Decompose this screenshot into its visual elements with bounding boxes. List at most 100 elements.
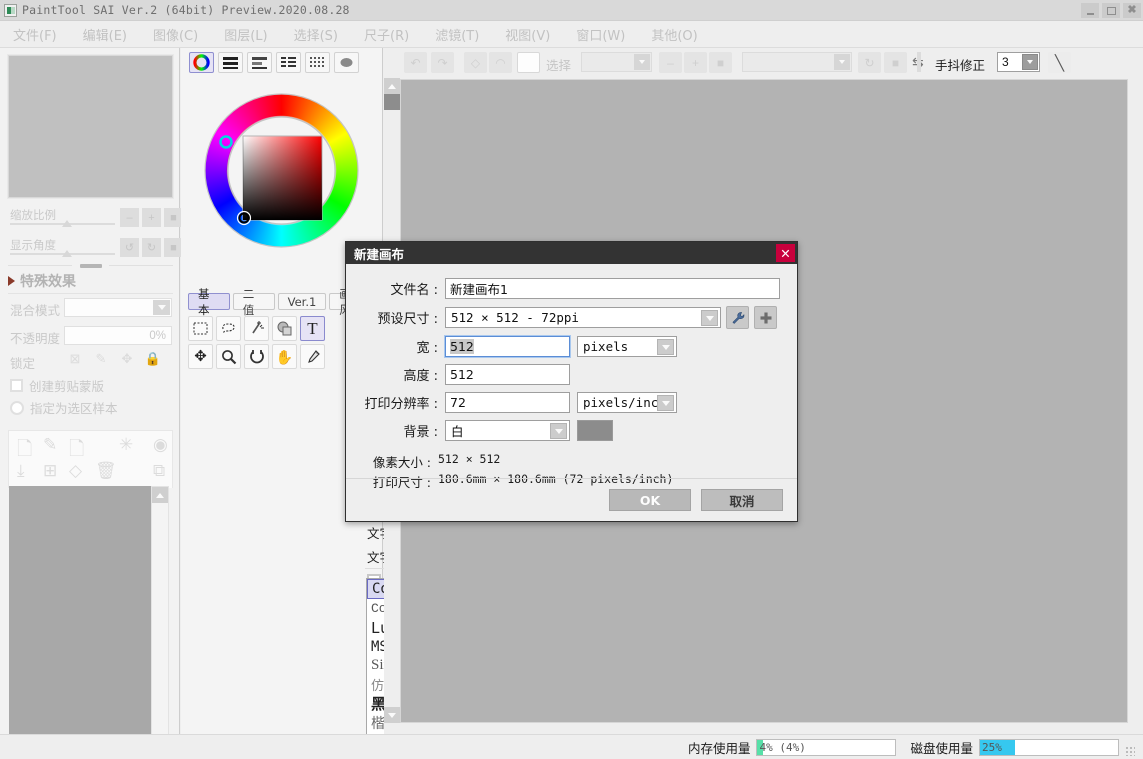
tab-ver1[interactable]: Ver.1 — [277, 293, 327, 310]
canvas-scroll-up-button[interactable] — [384, 78, 400, 94]
zoom-slider-knob[interactable] — [62, 220, 72, 227]
navigator-thumbnail[interactable] — [7, 54, 174, 199]
width-input[interactable]: 512 — [444, 335, 571, 358]
clear-layer-icon[interactable]: ◇ — [69, 461, 95, 485]
rgb-slider-mode-button[interactable] — [218, 52, 243, 73]
opacity-field[interactable]: 0% — [64, 326, 172, 345]
rotate-tool[interactable] — [244, 344, 269, 369]
new-layer-icon[interactable]: 🗋 — [17, 435, 43, 460]
preset-edit-button[interactable] — [726, 306, 749, 329]
menu-ruler[interactable]: 尺子(R) — [351, 22, 422, 47]
lock-all-icon[interactable]: 🔒 — [144, 351, 162, 369]
delete-layer-icon[interactable]: 🗑 — [95, 461, 121, 485]
layer-list[interactable] — [9, 486, 157, 759]
close-button[interactable]: ✖ — [1123, 3, 1141, 18]
line-tool-button[interactable]: ╲ — [1048, 52, 1071, 73]
chevron-down-icon[interactable] — [657, 339, 674, 355]
zoom-tool[interactable] — [216, 344, 241, 369]
menu-window[interactable]: 窗口(W) — [563, 22, 638, 47]
tab-basic[interactable]: 基本 — [188, 287, 230, 317]
eyedropper-tool[interactable] — [300, 344, 325, 369]
ruler-icon[interactable]: ✳ — [119, 435, 145, 459]
menu-other[interactable]: 其他(O) — [638, 22, 710, 47]
redo-button[interactable]: ↷ — [431, 52, 454, 73]
stabilizer-input[interactable]: 3 — [997, 52, 1040, 72]
mask-icon[interactable]: ◉ — [153, 435, 179, 459]
preset-add-button[interactable] — [754, 306, 777, 329]
clipping-mask-checkbox[interactable] — [10, 379, 23, 392]
chevron-down-icon[interactable] — [834, 54, 850, 70]
new-lineart-layer-icon[interactable]: ✎ — [43, 435, 69, 459]
preset-select[interactable]: 512 × 512 - 72ppi — [445, 307, 721, 328]
menu-image[interactable]: 图像(C) — [140, 22, 211, 47]
menu-filter[interactable]: 滤镜(T) — [422, 22, 492, 47]
filename-input[interactable]: 新建画布1 — [445, 278, 780, 299]
selection-source-row[interactable]: 指定为选区样本 — [10, 398, 118, 417]
dpi-input[interactable]: 72 — [445, 392, 570, 413]
canvas-reset-button[interactable]: ↻ — [858, 52, 881, 73]
selection-color-button[interactable] — [517, 52, 540, 73]
canvas-scroll-down-button[interactable] — [384, 707, 400, 723]
chevron-down-icon[interactable] — [701, 310, 718, 326]
background-select[interactable]: 白 — [445, 420, 570, 441]
selection-source-radio[interactable] — [10, 400, 24, 415]
add-mask-icon[interactable]: ⧉ — [153, 461, 179, 485]
color-wheel[interactable] — [189, 78, 374, 263]
menu-edit[interactable]: 编辑(E) — [70, 22, 140, 47]
lock-alpha-icon[interactable]: ⊠ — [66, 351, 84, 369]
height-input[interactable]: 512 — [445, 364, 570, 385]
menu-view[interactable]: 视图(V) — [492, 22, 563, 47]
menu-file[interactable]: 文件(F) — [0, 22, 70, 47]
hsv-slider-mode-button[interactable] — [247, 52, 272, 73]
resize-grip-icon[interactable] — [1125, 746, 1135, 756]
chevron-down-icon[interactable] — [550, 423, 567, 439]
canvas-stop-button[interactable]: ■ — [884, 52, 907, 73]
chevron-down-icon[interactable] — [634, 54, 650, 70]
menu-layer[interactable]: 图层(L) — [211, 22, 280, 47]
select-stop-button[interactable]: ■ — [709, 52, 732, 73]
new-folder-icon[interactable]: 🗋 — [69, 435, 95, 460]
chevron-down-icon[interactable] — [153, 300, 170, 315]
dpi-unit-select[interactable]: pixels/inch — [577, 392, 677, 413]
selection-move-button[interactable]: ◇ — [464, 52, 487, 73]
width-unit-select[interactable]: pixels — [577, 336, 677, 357]
swatches-mode-button[interactable] — [305, 52, 330, 73]
select-minus-button[interactable]: – — [659, 52, 682, 73]
magic-wand-tool[interactable] — [244, 316, 269, 341]
color-wheel-mode-button[interactable] — [189, 52, 214, 73]
text-tool[interactable]: T — [300, 316, 325, 341]
lock-position-icon[interactable]: ✥ — [118, 351, 136, 369]
rect-select-tool[interactable] — [188, 316, 213, 341]
blend-mode-select[interactable] — [64, 298, 172, 317]
angle-slider-knob[interactable] — [62, 250, 72, 257]
layer-scroll-up-button[interactable] — [152, 487, 168, 503]
merge-down-icon[interactable]: ⤓ — [17, 461, 43, 485]
maximize-button[interactable] — [1102, 3, 1120, 18]
special-effects-header[interactable]: 特殊效果 — [8, 271, 76, 291]
lock-pixels-icon[interactable]: ✎ — [92, 351, 110, 369]
zoom-in-button[interactable]: + — [142, 208, 161, 227]
selection-transform-button[interactable]: ◠ — [489, 52, 512, 73]
duplicate-layer-icon[interactable]: ⊞ — [43, 461, 69, 485]
chevron-down-icon[interactable] — [657, 395, 674, 411]
minimize-button[interactable] — [1081, 3, 1099, 18]
rotate-right-button[interactable]: ↻ — [142, 238, 161, 257]
dialog-titlebar[interactable]: 新建画布 ✕ — [346, 242, 797, 264]
select-dropdown[interactable] — [581, 52, 652, 72]
object-move-tool[interactable] — [272, 316, 297, 341]
hand-tool[interactable]: ✋ — [272, 344, 297, 369]
zoom-out-button[interactable]: – — [120, 208, 139, 227]
undo-button[interactable]: ↶ — [404, 52, 427, 73]
tab-binary[interactable]: 二值 — [232, 287, 275, 317]
select-plus-button[interactable]: + — [684, 52, 707, 73]
chevron-down-icon[interactable] — [1022, 54, 1038, 70]
rotate-left-button[interactable]: ↺ — [120, 238, 139, 257]
color-mixer-mode-button[interactable] — [276, 52, 301, 73]
cancel-button[interactable]: 取消 — [701, 489, 783, 511]
canvas-scroll-thumb[interactable] — [384, 94, 400, 110]
layer-list-vscrollbar[interactable] — [151, 486, 169, 759]
dialog-close-button[interactable]: ✕ — [776, 244, 795, 262]
panel-splitter[interactable] — [8, 261, 173, 270]
canvas-combo[interactable] — [742, 52, 852, 72]
lasso-select-tool[interactable] — [216, 316, 241, 341]
